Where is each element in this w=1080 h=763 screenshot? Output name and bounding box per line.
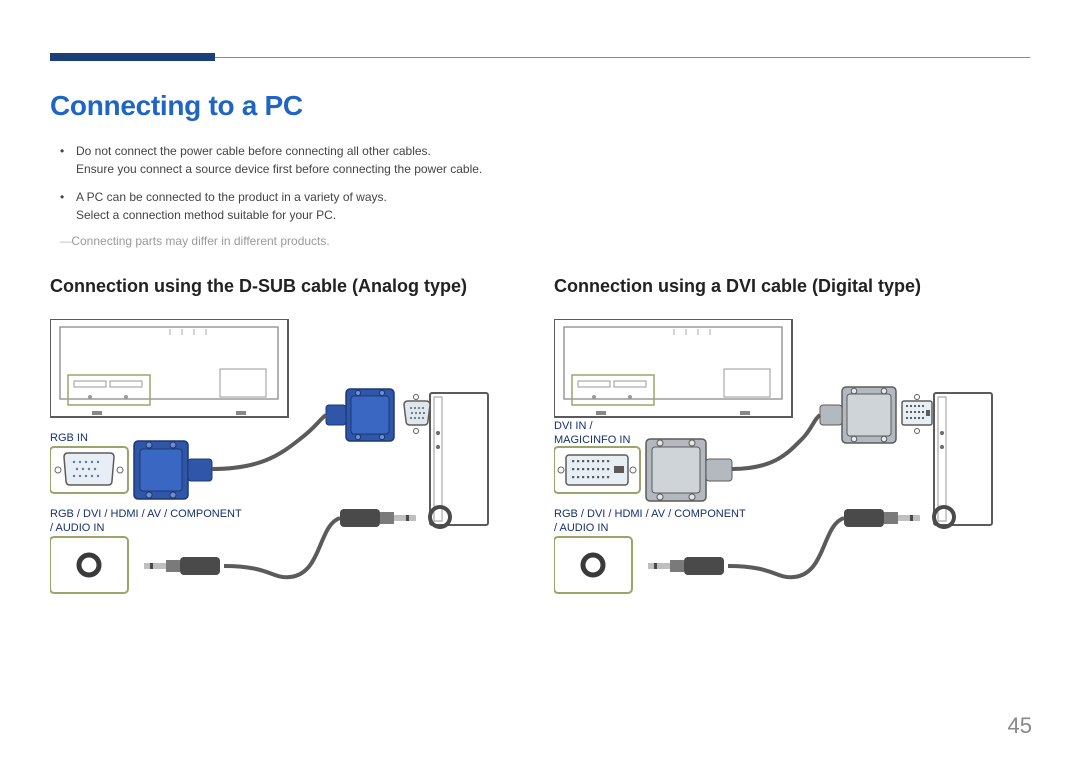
dvi-diagram: DVI IN / MAGICINFO IN RGB / DVI / HDMI /… bbox=[554, 319, 1014, 619]
left-heading: Connection using the D-SUB cable (Analog… bbox=[50, 276, 526, 297]
bullet-line: Select a connection method suitable for … bbox=[76, 208, 336, 222]
footnote: Connecting parts may differ in different… bbox=[50, 234, 1030, 248]
label-line: / AUDIO IN bbox=[554, 522, 608, 534]
dsub-svg bbox=[50, 319, 510, 619]
dvi-svg bbox=[554, 319, 1014, 619]
right-heading: Connection using a DVI cable (Digital ty… bbox=[554, 276, 1030, 297]
label-line: DVI IN / bbox=[554, 420, 593, 432]
label-line: / AUDIO IN bbox=[50, 522, 104, 534]
bullet-item: A PC can be connected to the product in … bbox=[60, 188, 1030, 224]
label-audio-in-right: RGB / DVI / HDMI / AV / COMPONENT / AUDI… bbox=[554, 507, 746, 536]
label-dvi-in: DVI IN / MAGICINFO IN bbox=[554, 419, 630, 448]
bullet-item: Do not connect the power cable before co… bbox=[60, 142, 1030, 178]
bullet-line: A PC can be connected to the product in … bbox=[76, 190, 387, 204]
bullet-line: Do not connect the power cable before co… bbox=[76, 144, 431, 158]
label-line: RGB / DVI / HDMI / AV / COMPONENT bbox=[554, 508, 746, 520]
label-rgb-in: RGB IN bbox=[50, 431, 88, 445]
page-title: Connecting to a PC bbox=[50, 90, 1030, 122]
dsub-diagram: RGB IN RGB / DVI / HDMI / AV / COMPONENT… bbox=[50, 319, 510, 619]
label-line: RGB / DVI / HDMI / AV / COMPONENT bbox=[50, 508, 242, 520]
label-line: MAGICINFO IN bbox=[554, 434, 630, 446]
label-audio-in: RGB / DVI / HDMI / AV / COMPONENT / AUDI… bbox=[50, 507, 242, 536]
bullet-line: Ensure you connect a source device first… bbox=[76, 162, 482, 176]
right-column: Connection using a DVI cable (Digital ty… bbox=[554, 276, 1030, 619]
left-column: Connection using the D-SUB cable (Analog… bbox=[50, 276, 526, 619]
header-rule bbox=[50, 50, 1030, 64]
intro-bullets: Do not connect the power cable before co… bbox=[50, 142, 1030, 224]
page-number: 45 bbox=[1008, 713, 1032, 739]
